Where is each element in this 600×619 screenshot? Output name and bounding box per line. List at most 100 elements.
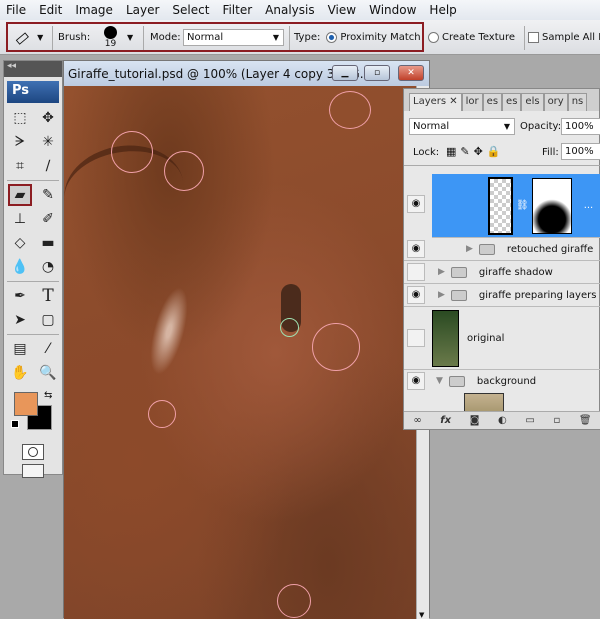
folder-icon [478, 243, 495, 255]
menu-file[interactable]: File [6, 3, 26, 17]
tool-preset-picker[interactable]: ▭ ▼ [10, 20, 44, 55]
layer-thumbnail [432, 309, 459, 367]
screen-mode-icon[interactable] [22, 464, 44, 478]
radio-create-texture[interactable] [428, 32, 439, 43]
sample-all-checkbox[interactable] [528, 32, 539, 43]
default-colors-icon[interactable] [11, 420, 19, 428]
blend-mode-select[interactable]: Normal ▼ [409, 118, 515, 135]
visibility-toggle[interactable] [407, 263, 425, 281]
layer-row[interactable]: ◉ ▶ retouched giraffe [404, 238, 600, 261]
layer-row[interactable]: ◉ ▶ giraffe preparing layers [404, 284, 600, 307]
magic-wand-icon[interactable]: ✳ [36, 131, 60, 153]
menu-analysis[interactable]: Analysis [265, 3, 314, 17]
hand-tool-icon[interactable]: ✋ [8, 362, 32, 384]
new-group-icon[interactable]: ▭ [525, 415, 534, 426]
chevron-down-icon[interactable]: ▼ [127, 33, 133, 42]
options-bar: ▭ ▼ Brush: 19 ▼ Mode: Normal ▼ Type: Proxim… [0, 20, 600, 55]
folder-icon [448, 375, 465, 387]
heal-spot [148, 400, 176, 428]
slice-tool-icon[interactable]: ∕ [36, 155, 60, 177]
lasso-tool-icon[interactable]: ᗒ [8, 131, 32, 153]
quick-mask-icon[interactable] [22, 444, 44, 460]
brush-size: 19 [104, 39, 117, 49]
add-mask-icon[interactable]: ◙ [470, 415, 480, 426]
history-brush-icon[interactable]: ✐ [36, 208, 60, 230]
tab-color[interactable]: lor [461, 93, 483, 111]
tab-channels[interactable]: els [521, 93, 544, 111]
tab-actions[interactable]: ns [567, 93, 588, 111]
visibility-eye-icon[interactable]: ◉ [407, 372, 425, 390]
menu-layer[interactable]: Layer [126, 3, 159, 17]
close-button[interactable]: ✕ [398, 65, 424, 81]
fill-label: Fill: [542, 147, 559, 158]
menu-image[interactable]: Image [75, 3, 113, 17]
lock-icons[interactable]: ▦✎✥🔒 [446, 145, 505, 158]
bandage-icon: ▭ [9, 25, 34, 50]
menu-help[interactable]: Help [429, 3, 456, 17]
type-tool-icon[interactable]: T [36, 285, 60, 307]
heal-spot [164, 151, 204, 191]
foreground-color[interactable] [14, 392, 38, 416]
document-window: Giraffe_tutorial.psd @ 100% (Layer 4 cop… [63, 60, 430, 619]
layer-mask-thumbnail [531, 177, 572, 234]
visibility-eye-icon[interactable]: ◉ [407, 240, 425, 258]
eraser-icon[interactable]: ◇ [8, 232, 32, 254]
tab-layers[interactable]: Layers ✕ [409, 93, 462, 111]
fill-input[interactable]: 100% [561, 143, 600, 160]
visibility-eye-icon[interactable]: ◉ [407, 195, 425, 213]
visibility-eye-icon[interactable]: ◉ [407, 286, 425, 304]
opacity-input[interactable]: 100% [561, 118, 600, 135]
pen-tool-icon[interactable]: ✒ [8, 285, 32, 307]
layer-row[interactable]: ◉ ▼ background [404, 370, 600, 392]
layer-row[interactable]: original [404, 307, 600, 370]
collapse-icon[interactable]: ◂◂ [4, 61, 62, 77]
shape-tool-icon[interactable]: ▢ [36, 309, 60, 331]
radio-proximity-match[interactable] [326, 32, 338, 43]
menu-edit[interactable]: Edit [39, 3, 62, 17]
restore-button[interactable]: ▫ [364, 65, 390, 81]
tab-swatches[interactable]: es [482, 93, 503, 111]
clone-stamp-icon[interactable]: ⊥ [8, 208, 32, 230]
trash-icon[interactable]: 🗑 [579, 415, 592, 426]
tab-styles[interactable]: es [502, 93, 522, 111]
tab-history[interactable]: ory [543, 93, 568, 111]
adjustment-layer-icon[interactable]: ◐ [498, 415, 507, 426]
path-selection-icon[interactable]: ➤ [8, 309, 32, 331]
menu-select[interactable]: Select [172, 3, 209, 17]
proximity-match-label: Proximity Match [340, 32, 421, 43]
menu-window[interactable]: Window [369, 3, 416, 17]
opacity-label: Opacity: [520, 121, 562, 132]
link-icon: ⛓ [516, 200, 529, 211]
gradient-icon[interactable]: ▬ [36, 232, 60, 254]
eyedropper-icon[interactable]: ⁄ [36, 338, 60, 360]
marquee-tool-icon[interactable]: ⬚ [8, 107, 32, 129]
move-tool-icon[interactable]: ✥ [36, 107, 60, 129]
notes-tool-icon[interactable]: ▤ [8, 338, 32, 360]
brush-picker[interactable]: 19 [104, 20, 117, 55]
menu-filter[interactable]: Filter [222, 3, 252, 17]
new-layer-icon[interactable]: ▫ [553, 415, 560, 426]
visibility-toggle[interactable] [407, 329, 425, 347]
fx-icon[interactable]: fx [440, 415, 451, 426]
heal-spot [277, 584, 311, 618]
menu-view[interactable]: View [328, 3, 356, 17]
swap-colors-icon[interactable]: ⇆ [44, 390, 52, 401]
layer-row-selected[interactable]: ⛓ ... [432, 174, 600, 238]
minimize-button[interactable]: ▁ [332, 65, 358, 81]
create-texture-label: Create Texture [442, 32, 516, 43]
blur-tool-icon[interactable]: 💧 [8, 256, 32, 278]
link-layers-icon[interactable]: ∞ [413, 415, 421, 426]
layers-footer: ∞ fx ◙ ◐ ▭ ▫ 🗑 [404, 411, 600, 429]
brush-tool-icon[interactable]: ✎ [36, 184, 60, 206]
type-label: Type: [294, 32, 321, 43]
layer-row[interactable]: ▶ giraffe shadow [404, 261, 600, 284]
mode-label: Mode: [150, 32, 181, 43]
spot-healing-brush-icon[interactable]: ▰ [8, 184, 32, 206]
crop-tool-icon[interactable]: ⌗ [8, 155, 32, 177]
heal-spot [312, 323, 360, 371]
dodge-tool-icon[interactable]: ◔ [36, 256, 60, 278]
mode-select[interactable]: Normal ▼ [183, 29, 284, 46]
zoom-tool-icon[interactable]: 🔍 [36, 362, 60, 384]
image-canvas[interactable] [64, 86, 416, 619]
brush-cursor [280, 318, 299, 337]
